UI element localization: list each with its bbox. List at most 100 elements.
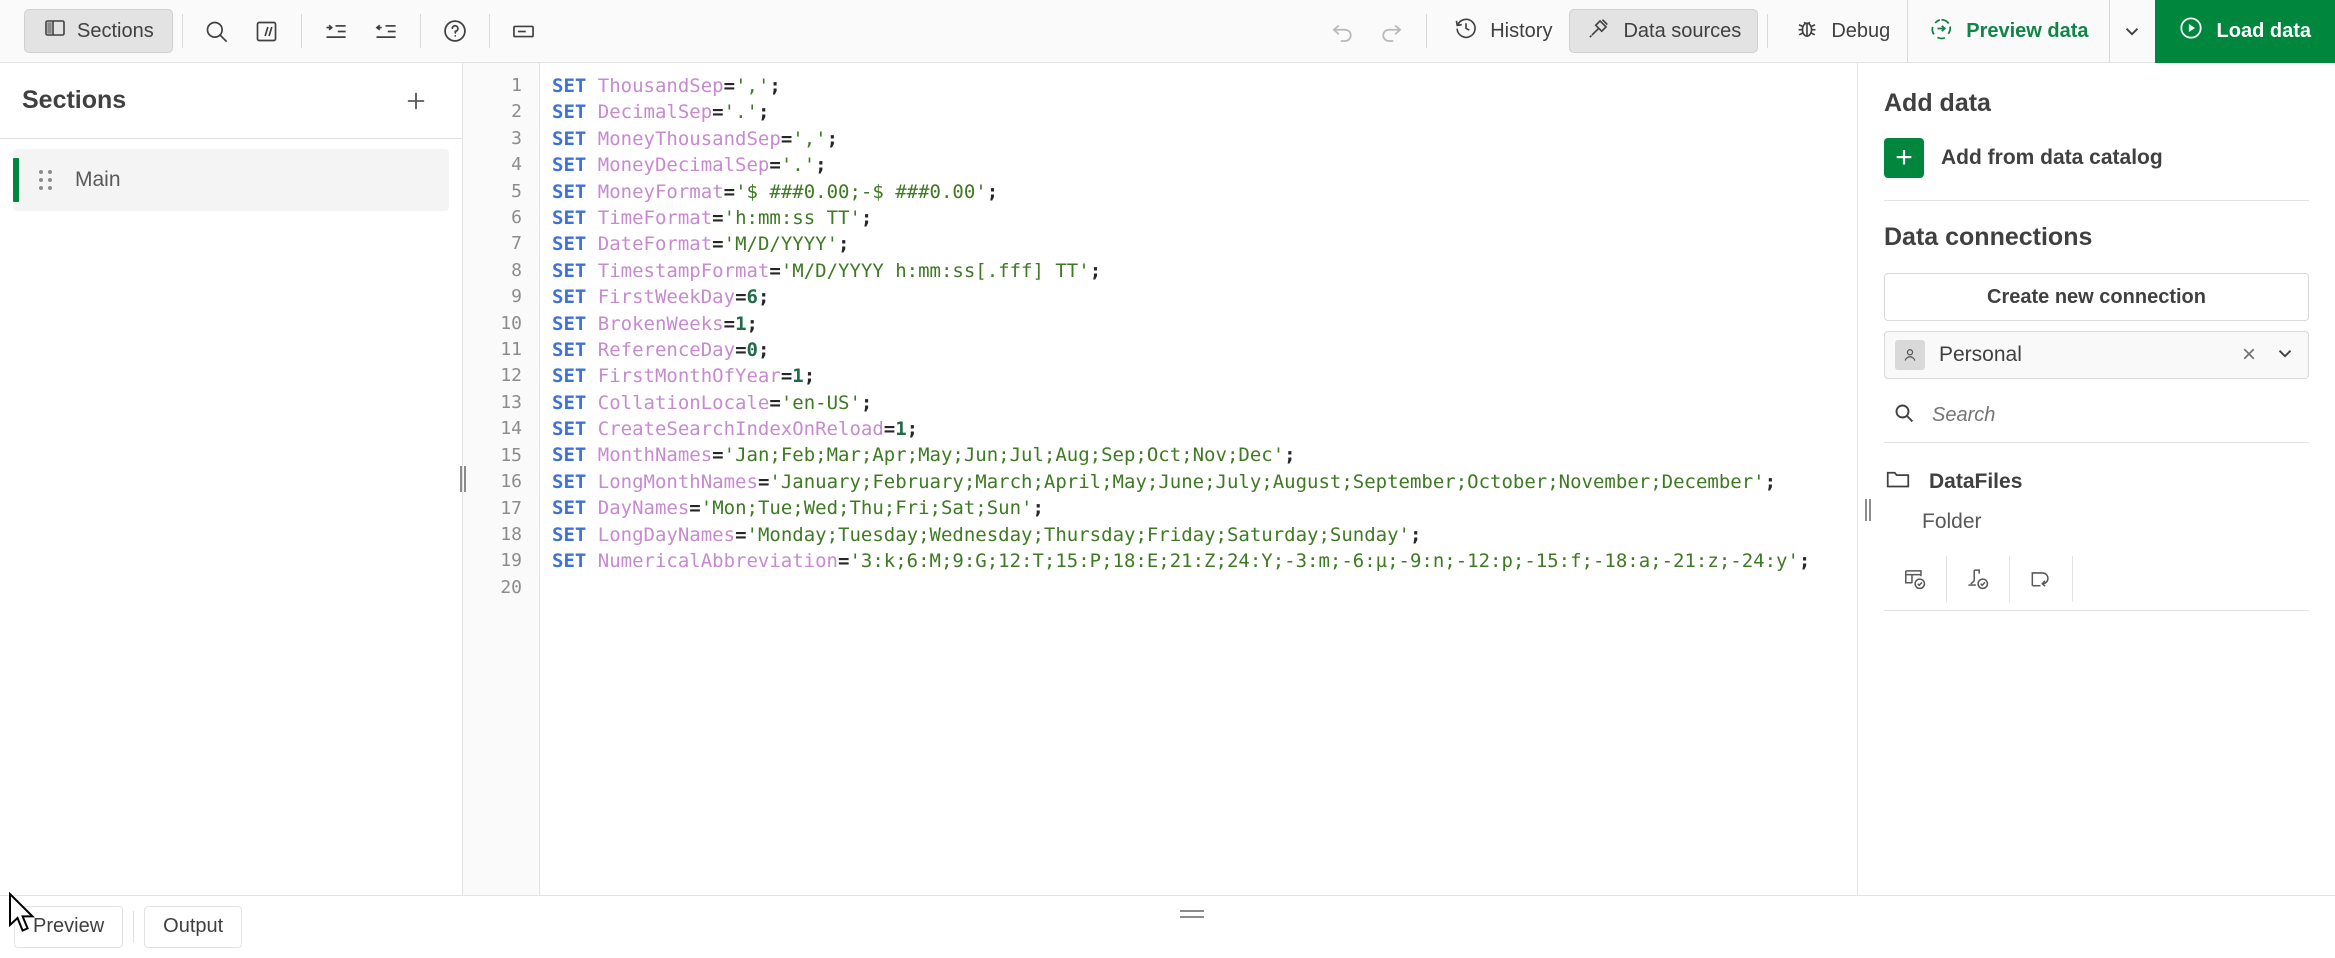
toolbar-divider: [181, 14, 183, 48]
search-icon: [1892, 401, 1916, 430]
line-number: 9: [511, 286, 522, 308]
indent-decrease-icon[interactable]: [361, 6, 411, 56]
tab-preview-label: Preview: [33, 915, 105, 937]
line-number: 6: [511, 207, 522, 229]
code-line: SET DayNames='Mon;Tue;Wed;Thu;Fri;Sat;Su…: [552, 497, 1044, 520]
line-number: 18: [500, 523, 522, 545]
select-data-icon[interactable]: [1884, 556, 1947, 602]
code-line: SET MoneyFormat='$ ###0.00;-$ ###0.00';: [552, 180, 999, 203]
line-number: 5: [511, 180, 522, 202]
create-new-connection-button[interactable]: Create new connection: [1884, 273, 2309, 321]
line-number: 19: [500, 550, 522, 572]
undo-icon[interactable]: [1317, 6, 1367, 56]
sections-panel-title: Sections: [22, 86, 127, 114]
connection-item-label: DataFiles: [1929, 470, 2023, 493]
toolbar-divider: [300, 14, 302, 48]
chevron-down-icon[interactable]: [2274, 342, 2296, 369]
search-icon[interactable]: [192, 6, 242, 56]
debug-label: Debug: [1831, 19, 1891, 42]
line-number: 3: [511, 127, 522, 149]
data-connections-title: Data connections: [1884, 223, 2093, 251]
sections-toggle-button[interactable]: Sections: [24, 9, 173, 53]
code-line: SET FirstWeekDay=6;: [552, 286, 770, 309]
code-line: SET LongDayNames='Monday;Tuesday;Wednesd…: [552, 523, 1422, 546]
code-line: SET DecimalSep='.';: [552, 101, 770, 124]
folder-icon: [1884, 465, 1912, 499]
add-section-button[interactable]: [396, 81, 436, 121]
indent-increase-icon[interactable]: [311, 6, 361, 56]
sections-toggle-label: Sections: [77, 19, 154, 42]
line-number: 16: [500, 471, 522, 493]
data-sources-icon: [1586, 15, 1612, 47]
active-section-indicator: [13, 158, 19, 202]
connection-filter-value: Personal: [1939, 343, 2022, 366]
tab-preview[interactable]: Preview: [14, 905, 124, 948]
clock-history-icon: [1453, 15, 1479, 47]
connection-action-bar: [1884, 556, 2309, 611]
code-line: SET NumericalAbbreviation='3:k;6:M;9:G;1…: [552, 550, 1811, 573]
toolbar-divider: [419, 14, 421, 48]
sections-panel-header: Sections: [0, 63, 462, 139]
line-number: 13: [500, 391, 522, 413]
debug-button[interactable]: Debug: [1777, 9, 1907, 53]
code-line: SET ReferenceDay=0;: [552, 338, 770, 361]
script-code-text[interactable]: SET ThousandSep=','; SET DecimalSep='.'; S…: [540, 63, 1857, 895]
panel-left-icon: [43, 16, 67, 46]
history-label: History: [1490, 19, 1553, 42]
section-item-label: Main: [75, 168, 121, 191]
user-icon: [1895, 340, 1925, 370]
connection-item-type: Folder: [1922, 510, 1982, 533]
edit-connection-icon[interactable]: [2010, 556, 2073, 602]
code-line: SET CollationLocale='en-US';: [552, 391, 873, 414]
bottom-panel-splitter[interactable]: [1180, 910, 1204, 918]
sections-list: Main: [0, 139, 462, 211]
right-panel-splitter[interactable]: [1864, 499, 1872, 521]
line-number: 2: [511, 101, 522, 123]
preview-data-button[interactable]: Preview data: [1907, 0, 2108, 63]
data-sources-panel: Add data + Add from data catalog Data co…: [1857, 63, 2335, 895]
line-number: 7: [511, 233, 522, 255]
code-line: SET MonthNames='Jan;Feb;Mar;Apr;May;Jun;…: [552, 444, 1296, 467]
line-number: 15: [500, 444, 522, 466]
data-sources-button[interactable]: Data sources: [1569, 9, 1759, 53]
add-from-data-catalog-button[interactable]: + Add from data catalog: [1884, 138, 2309, 178]
sections-panel: Sections Main: [0, 63, 463, 895]
code-line: SET CreateSearchIndexOnReload=1;: [552, 418, 919, 441]
clear-icon[interactable]: ×: [2242, 343, 2256, 367]
add-data-title: Add data: [1884, 89, 1991, 117]
tab-output[interactable]: Output: [144, 905, 243, 948]
script-editor: 1 2 3 4 5 6 7 8 9 10 11 12 13 14 15 16 1…: [460, 63, 1857, 895]
history-button[interactable]: History: [1436, 9, 1569, 53]
drag-handle-icon[interactable]: [39, 170, 53, 190]
connection-search-input[interactable]: [1932, 404, 2309, 427]
line-number: 4: [511, 154, 522, 176]
sidebar-item-main[interactable]: Main: [13, 149, 449, 211]
editor-left-splitter[interactable]: [454, 63, 472, 895]
load-data-button[interactable]: Load data: [2154, 0, 2335, 63]
line-number: 10: [500, 312, 522, 334]
line-number: 8: [511, 259, 522, 281]
workspace: Sections Main 1 2 3 4 5 6 7 8 9 10 11 12…: [0, 63, 2335, 895]
connection-filter-select[interactable]: Personal ×: [1884, 331, 2309, 379]
insert-script-icon[interactable]: [1947, 556, 2010, 602]
line-number: 17: [500, 497, 522, 519]
top-toolbar: Sections History Data sources Debug Prev…: [0, 0, 2335, 63]
editor-line-number-gutter: 1 2 3 4 5 6 7 8 9 10 11 12 13 14 15 16 1…: [463, 63, 540, 895]
code-line: SET MoneyDecimalSep='.';: [552, 154, 827, 177]
code-line: SET ThousandSep=',';: [552, 75, 781, 97]
redo-icon[interactable]: [1367, 6, 1417, 56]
connection-item-datafiles[interactable]: DataFiles: [1884, 465, 2309, 499]
connection-search-row[interactable]: [1884, 401, 2309, 442]
variables-icon[interactable]: [499, 6, 549, 56]
code-line: SET FirstMonthOfYear=1;: [552, 365, 816, 388]
help-icon[interactable]: [430, 6, 480, 56]
toolbar-divider: [1767, 14, 1769, 48]
panel-divider: [1884, 200, 2309, 201]
play-circle-icon: [2177, 14, 2205, 48]
add-from-data-catalog-label: Add from data catalog: [1941, 146, 2163, 169]
preview-data-dropdown-caret[interactable]: [2108, 0, 2155, 63]
comment-icon[interactable]: [242, 6, 292, 56]
data-sources-label: Data sources: [1623, 19, 1742, 42]
bug-icon: [1794, 15, 1820, 47]
